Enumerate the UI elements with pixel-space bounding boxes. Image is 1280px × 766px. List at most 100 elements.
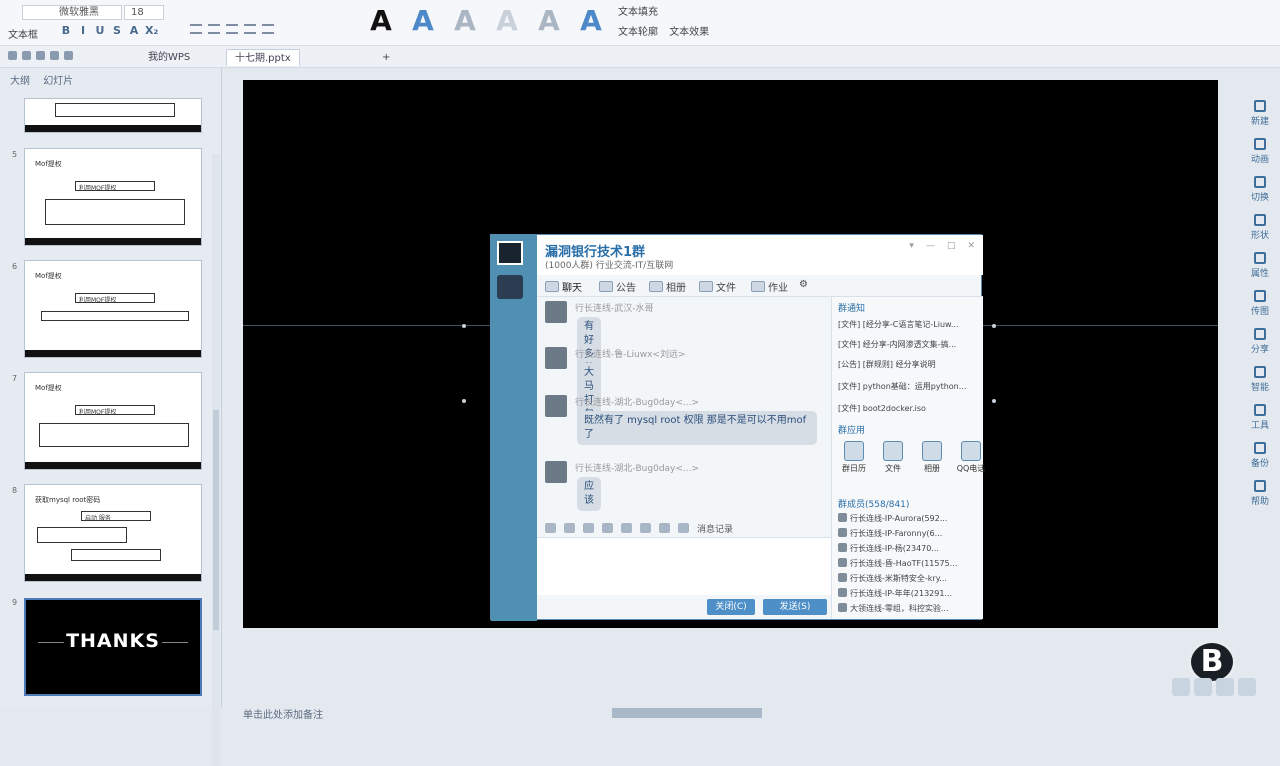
group-avatar[interactable]	[497, 241, 523, 265]
text-style-1[interactable]: A	[368, 4, 394, 37]
sender-name[interactable]: 行长连线-鲁-Liuwx<刘远>	[575, 347, 685, 360]
text-style-5[interactable]: A	[536, 4, 562, 37]
gif-icon[interactable]	[602, 523, 613, 533]
horizontal-scrollbar[interactable]	[612, 708, 762, 718]
align-right-icon[interactable]	[226, 24, 238, 34]
member-item[interactable]: 行长连线-IP-杨(23470...	[838, 543, 978, 554]
sidebar-share[interactable]: 分享	[1246, 328, 1274, 355]
message-input[interactable]	[537, 537, 831, 595]
font-name-select[interactable]: 微软雅黑	[22, 5, 122, 20]
tab-homework[interactable]: 作业	[751, 279, 788, 294]
member-item[interactable]: 行长连线-IP-Faronny(6...	[838, 528, 978, 539]
handle-dot[interactable]	[992, 399, 996, 403]
maximize-icon[interactable]: □	[947, 241, 956, 251]
app-calendar[interactable]: 群日历	[838, 441, 870, 474]
member-item[interactable]: 行长连线-昏-HaoTF(11575...	[838, 558, 978, 569]
close-icon[interactable]: ✕	[967, 241, 975, 251]
align-center-icon[interactable]	[208, 24, 220, 34]
emoji-icon[interactable]	[564, 523, 575, 533]
scroll-thumb[interactable]	[213, 410, 219, 630]
text-effect-button[interactable]: 文本效果	[669, 27, 709, 38]
avatar[interactable]	[545, 395, 567, 417]
tab-notice[interactable]: 公告	[599, 279, 636, 294]
member-item[interactable]: 行长连线-米斯特安全-kry...	[838, 573, 978, 584]
notice-item[interactable]: [文件] 经分享-内网渗透文集-搞...	[838, 339, 980, 350]
textbox-button[interactable]: 文本框	[8, 26, 38, 41]
sender-name[interactable]: 行长连线-武汉-水哥	[575, 301, 654, 314]
menu-icon[interactable]: ▾	[909, 241, 914, 251]
avatar[interactable]	[545, 301, 567, 323]
sidebar-upload-image[interactable]: 传图	[1246, 290, 1274, 317]
notice-item[interactable]: [公告] [群规则] 经分享说明	[838, 359, 980, 370]
sidebar-tools[interactable]: 工具	[1246, 404, 1274, 431]
sidebar-properties[interactable]: 属性	[1246, 252, 1274, 279]
sidebar-backup[interactable]: 备份	[1246, 442, 1274, 469]
print-icon[interactable]	[22, 51, 31, 60]
subscript-button[interactable]: X₂	[145, 24, 158, 37]
close-button[interactable]: 关闭(C)	[707, 599, 755, 615]
justify-icon[interactable]	[244, 24, 256, 34]
settings-button[interactable]: ⚙	[799, 279, 808, 290]
sender-name[interactable]: 行长连线-湖北-Bug0day<...>	[575, 461, 699, 474]
input-method-icon[interactable]	[1172, 678, 1190, 696]
italic-button[interactable]: I	[77, 24, 89, 37]
text-style-2[interactable]: A	[410, 4, 436, 37]
app-qq-call[interactable]: QQ电话	[955, 441, 987, 474]
app-album[interactable]: 相册	[916, 441, 948, 474]
member-item[interactable]: 行长连线-IP-Aurora(592...	[838, 513, 978, 524]
preview-icon[interactable]	[36, 51, 45, 60]
history-button[interactable]: 消息记录	[697, 522, 733, 535]
send-button[interactable]: 发送(S)	[763, 599, 827, 615]
slide-thumbnail-8[interactable]: 获取mysql root密码 启动 服务	[24, 484, 202, 582]
tab-my-wps[interactable]: 我的WPS	[140, 49, 198, 66]
notice-item[interactable]: [文件] boot2docker.iso	[838, 403, 980, 414]
member-item[interactable]: 行长连线-IP-年年(213291...	[838, 588, 978, 599]
tab-files[interactable]: 文件	[699, 279, 736, 294]
strikethrough-button[interactable]: S	[111, 24, 123, 37]
avatar[interactable]	[545, 461, 567, 483]
avatar[interactable]	[545, 347, 567, 369]
notice-item[interactable]: [文件] python基础：运用python...	[838, 381, 980, 392]
slide-thumbnail-7[interactable]: Mof提权 利用MOF提权	[24, 372, 202, 470]
moon-icon[interactable]	[1216, 678, 1234, 696]
sidebar-animation[interactable]: 动画	[1246, 138, 1274, 165]
text-outline-button[interactable]: 文本轮廓	[618, 27, 658, 38]
tray-app-icon[interactable]	[1194, 678, 1212, 696]
sidebar-help[interactable]: 帮助	[1246, 480, 1274, 507]
tab-album[interactable]: 相册	[649, 279, 686, 294]
more-icon[interactable]	[678, 523, 689, 533]
tab-chat[interactable]: 聊天	[545, 279, 582, 294]
save-icon[interactable]	[8, 51, 17, 60]
align-left-icon[interactable]	[190, 24, 202, 34]
slide-thumbnail-9[interactable]: THANKS	[24, 598, 202, 696]
font-color-button[interactable]: A	[128, 24, 140, 37]
slide-thumbnail-6[interactable]: Mof提权 利用MOF提权	[24, 260, 202, 358]
undo-icon[interactable]	[50, 51, 59, 60]
underline-button[interactable]: U	[94, 24, 106, 37]
handle-dot[interactable]	[462, 399, 466, 403]
handle-dot[interactable]	[462, 324, 466, 328]
bold-button[interactable]: B	[60, 24, 72, 37]
font-size-select[interactable]: 18	[124, 5, 164, 20]
app-files[interactable]: 文件	[877, 441, 909, 474]
slides-scrollbar[interactable]	[212, 154, 220, 766]
sidebar-smart[interactable]: 智能	[1246, 366, 1274, 393]
distribute-icon[interactable]	[262, 24, 274, 34]
text-style-4[interactable]: A	[494, 4, 520, 37]
text-fill-button[interactable]: 文本填充	[618, 3, 709, 23]
tab-document[interactable]: 十七期.pptx	[226, 49, 300, 66]
contact-avatar[interactable]	[497, 275, 523, 299]
minimize-icon[interactable]: —	[926, 241, 935, 251]
image-icon[interactable]	[621, 523, 632, 533]
tab-outline[interactable]: 大纲	[10, 76, 30, 87]
text-style-6[interactable]: A	[578, 4, 604, 37]
sidebar-new[interactable]: 新建	[1246, 100, 1274, 127]
font-icon[interactable]	[545, 523, 556, 533]
slide-thumbnail-5[interactable]: Mof提权 利用MOF提权	[24, 148, 202, 246]
notice-item[interactable]: [文件] [经分享-C语言笔记-Liuw...	[838, 319, 980, 330]
tab-slides[interactable]: 幻灯片	[43, 76, 73, 87]
sidebar-shapes[interactable]: 形状	[1246, 214, 1274, 241]
shirt-icon[interactable]	[1238, 678, 1256, 696]
redo-icon[interactable]	[64, 51, 73, 60]
slide-thumbnail-4[interactable]	[24, 98, 202, 133]
